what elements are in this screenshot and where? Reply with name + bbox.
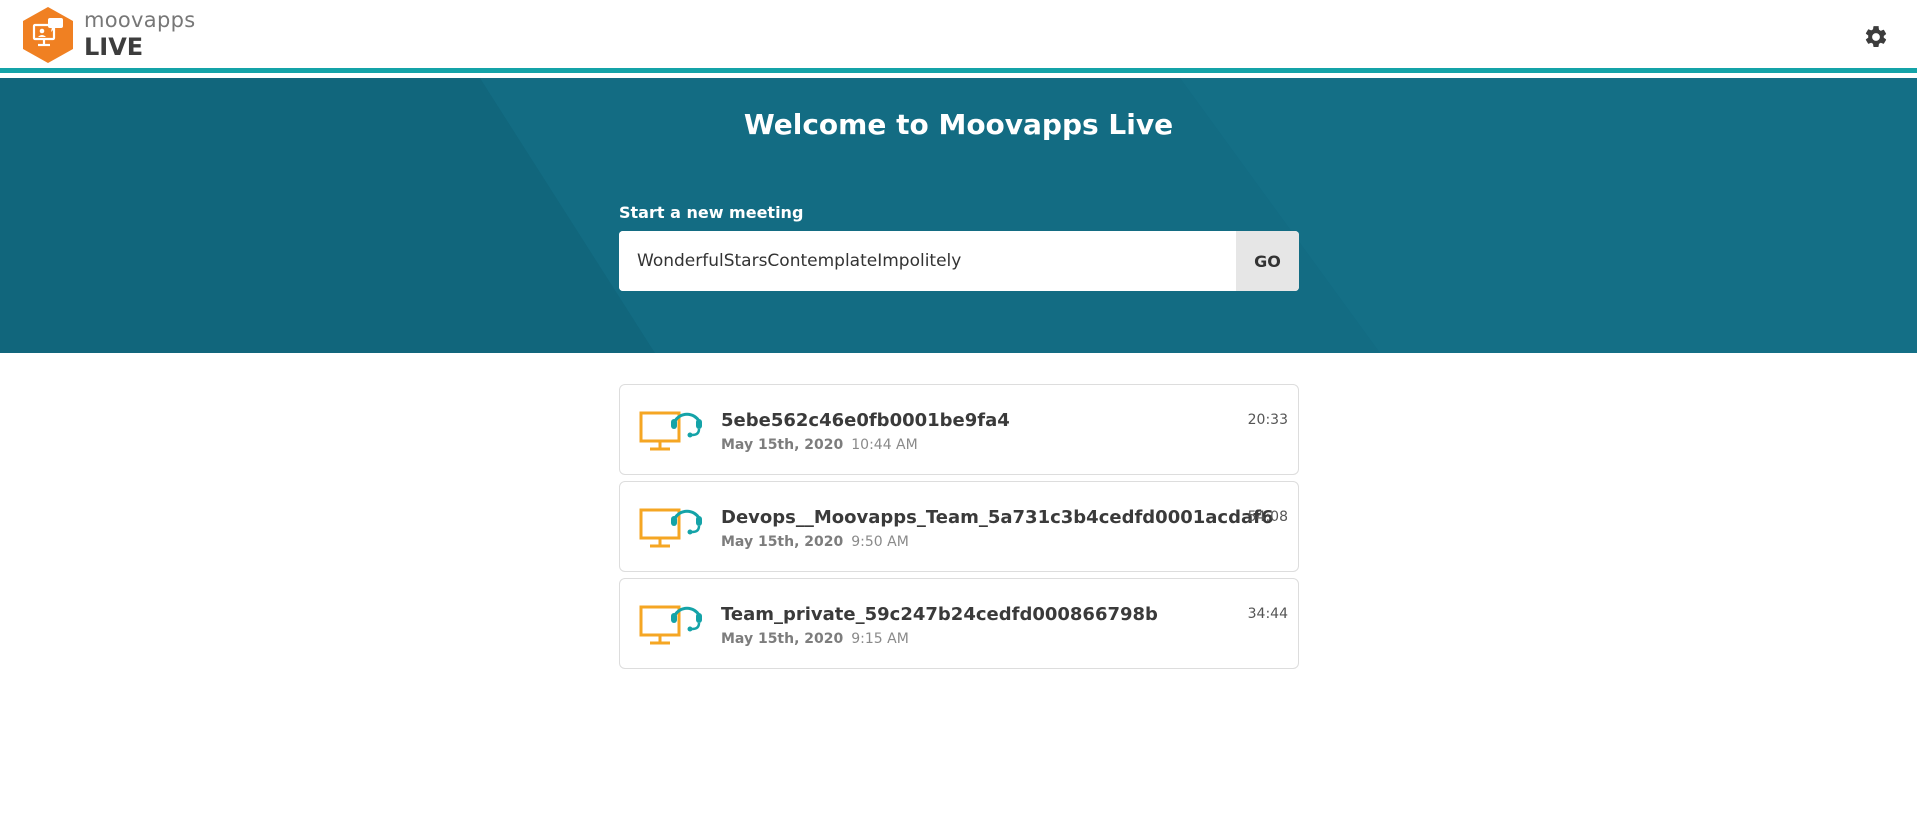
page-title: Welcome to Moovapps Live — [743, 108, 1174, 141]
start-meeting-form: GO — [619, 231, 1299, 291]
meeting-name: Devops__Moovapps_Team_5a731c3b4cedfd0001… — [721, 507, 1274, 528]
meeting-name: Team_private_59c247b24cedfd000866798b — [721, 604, 1158, 625]
meeting-datetime: May 15th, 2020 9:50 AM — [721, 534, 909, 550]
brand-name: moovapps — [84, 8, 196, 32]
monitor-headset-icon — [639, 411, 702, 451]
meeting-time: 9:50 AM — [851, 534, 909, 550]
welcome-hero: Welcome to Moovapps Live Start a new mee… — [0, 78, 1917, 353]
meeting-item[interactable]: Team_private_59c247b24cedfd000866798b Ma… — [619, 578, 1299, 669]
meeting-date: May 15th, 2020 — [721, 437, 844, 453]
meeting-item[interactable]: 5ebe562c46e0fb0001be9fa4 May 15th, 2020 1… — [619, 384, 1299, 475]
meeting-time: 9:15 AM — [851, 631, 909, 647]
start-meeting-label: Start a new meeting — [619, 203, 804, 222]
meeting-date: May 15th, 2020 — [721, 631, 844, 647]
meeting-duration: 20:33 — [1247, 412, 1288, 428]
meeting-time: 10:44 AM — [851, 437, 918, 453]
brand-subtitle: LIVE — [84, 33, 144, 61]
moovapps-logo[interactable] — [18, 5, 78, 65]
monitor-headset-icon — [639, 605, 702, 645]
meeting-date: May 15th, 2020 — [721, 534, 844, 550]
go-button[interactable]: GO — [1236, 231, 1299, 291]
meeting-item[interactable]: Devops__Moovapps_Team_5a731c3b4cedfd0001… — [619, 481, 1299, 572]
meeting-duration: 54:08 — [1247, 509, 1288, 525]
meeting-datetime: May 15th, 2020 9:15 AM — [721, 631, 909, 647]
meeting-list: 5ebe562c46e0fb0001be9fa4 May 15th, 2020 1… — [619, 384, 1299, 675]
meeting-name: 5ebe562c46e0fb0001be9fa4 — [721, 410, 1010, 431]
meeting-datetime: May 15th, 2020 10:44 AM — [721, 437, 918, 453]
gear-icon[interactable] — [1863, 24, 1889, 50]
monitor-headset-icon — [639, 508, 702, 548]
meeting-duration: 34:44 — [1247, 606, 1288, 622]
meeting-name-input[interactable] — [619, 231, 1236, 291]
top-bar: moovapps LIVE — [0, 0, 1917, 73]
